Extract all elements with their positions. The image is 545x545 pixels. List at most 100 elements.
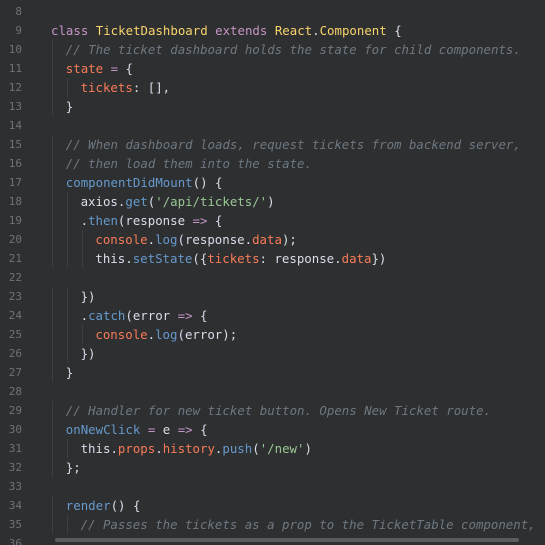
code-token: .	[80, 213, 89, 228]
code-text: };	[66, 458, 81, 477]
code-line[interactable]: 13}	[0, 97, 545, 116]
code-token: =>	[170, 422, 201, 437]
code-token: // Handler for new ticket button. Opens …	[65, 403, 492, 418]
code-token: =>	[185, 213, 215, 228]
code-text: render() {	[66, 496, 141, 515]
code-editor[interactable]: 8 9 class TicketDashboard extends React.Co…	[0, 0, 545, 545]
code-line[interactable]: 33	[0, 477, 545, 496]
indent-guide	[81, 325, 83, 344]
code-line[interactable]: 30 onNewClick = e => {	[0, 420, 545, 439]
code-token: log	[155, 232, 178, 247]
line-number: 30	[8, 423, 22, 436]
code-token: .	[244, 232, 253, 247]
code-token: )	[267, 194, 275, 209]
code-token: .	[312, 23, 320, 38]
line-number: 34	[8, 499, 22, 512]
code-line[interactable]: 12 tickets: [],	[0, 78, 545, 97]
line-number: 21	[8, 252, 22, 265]
indent-guide	[52, 344, 53, 363]
line-number: 11	[8, 62, 22, 75]
code-token: '/new'	[259, 441, 305, 456]
line-number: 22	[8, 271, 22, 284]
indent-guide	[66, 230, 68, 249]
code-text: // Handler for new ticket button. Opens …	[66, 401, 491, 420]
indent-guide	[66, 344, 68, 363]
code-token: {	[125, 61, 133, 76]
code-token: response	[184, 232, 245, 247]
line-number: 13	[8, 100, 22, 113]
indent-guide	[52, 78, 53, 97]
code-token: error	[132, 308, 171, 323]
code-token: );	[222, 327, 238, 342]
indent-guide	[52, 439, 53, 458]
code-token: props	[117, 441, 156, 456]
code-text: })	[81, 287, 96, 306]
code-token: .	[110, 441, 118, 456]
code-line[interactable]: 15 // When dashboard loads, request ticke…	[0, 135, 545, 154]
indent-guide	[52, 401, 53, 420]
code-token: ({	[192, 251, 208, 266]
code-line[interactable]: 17 componentDidMount() {	[0, 173, 545, 192]
code-text: .catch(error => {	[81, 306, 208, 325]
code-text: // then load them into the state.	[66, 154, 312, 173]
code-line[interactable]: 10 // The ticket dashboard holds the stat…	[0, 40, 545, 59]
line-number: 9	[15, 24, 22, 37]
code-line[interactable]: 35 // Passes the tickets as a prop to the…	[0, 515, 545, 534]
code-token: {	[200, 422, 208, 437]
code-line[interactable]: 8	[0, 2, 545, 21]
code-line[interactable]: 34 render() {	[0, 496, 545, 515]
code-line[interactable]: 9 class TicketDashboard extends React.Com…	[0, 21, 545, 40]
code-text: axios.get('/api/tickets/')	[81, 192, 275, 211]
code-token: then	[88, 213, 118, 228]
code-line[interactable]: 18 axios.get('/api/tickets/')	[0, 192, 545, 211]
indent-guide	[52, 97, 53, 116]
horizontal-scrollbar-thumb[interactable]	[55, 538, 519, 542]
code-line[interactable]: 23})	[0, 287, 545, 306]
code-token: () {	[110, 498, 141, 513]
horizontal-scroll-track[interactable]	[0, 533, 545, 545]
code-area[interactable]: 8 9 class TicketDashboard extends React.Co…	[0, 2, 545, 545]
code-text: console.log(error);	[95, 325, 237, 344]
code-token: .	[125, 251, 133, 266]
code-text: })	[81, 344, 96, 363]
code-line[interactable]: 20 console.log(response.data);	[0, 230, 545, 249]
code-line[interactable]: 14	[0, 116, 545, 135]
code-token: render	[65, 498, 111, 513]
code-text: }	[66, 97, 73, 116]
code-line[interactable]: 28	[0, 382, 545, 401]
code-text: // Passes the tickets as a prop to the T…	[81, 515, 536, 534]
code-token: console	[95, 232, 148, 247]
indent-guide	[52, 306, 53, 325]
code-token: {	[214, 213, 223, 228]
code-token: .	[155, 441, 163, 456]
code-line[interactable]: 16 // then load them into the state.	[0, 154, 545, 173]
code-line[interactable]: 24 .catch(error => {	[0, 306, 545, 325]
code-token: );	[281, 232, 297, 247]
code-line[interactable]: 21 this.setState({tickets: response.data}…	[0, 249, 545, 268]
code-line[interactable]: 31 this.props.history.push('/new')	[0, 439, 545, 458]
indent-guide	[66, 78, 68, 97]
code-line[interactable]: 27}	[0, 363, 545, 382]
code-text: }	[66, 363, 73, 382]
code-line[interactable]: 25 console.log(error);	[0, 325, 545, 344]
code-token: error	[184, 327, 223, 342]
code-token: this	[80, 441, 111, 456]
indent-guide	[52, 325, 53, 344]
code-text: onNewClick = e => {	[66, 420, 208, 439]
code-line[interactable]: 29 // Handler for new ticket button. Open…	[0, 401, 545, 420]
code-token: // The ticket dashboard holds the state …	[65, 42, 521, 57]
code-line[interactable]: 22	[0, 268, 545, 287]
code-line[interactable]: 11 state = {	[0, 59, 545, 78]
line-number: 35	[8, 518, 22, 531]
code-line[interactable]: 19 .then(response => {	[0, 211, 545, 230]
line-number: 19	[8, 214, 22, 227]
line-number: 27	[8, 366, 22, 379]
code-text: this.props.history.push('/new')	[81, 439, 312, 458]
indent-guide	[66, 515, 68, 534]
code-token: this	[95, 251, 126, 266]
code-token: })	[80, 289, 96, 304]
indent-guide	[52, 496, 53, 515]
code-token: };	[65, 460, 81, 475]
code-line[interactable]: 32};	[0, 458, 545, 477]
code-line[interactable]: 26})	[0, 344, 545, 363]
